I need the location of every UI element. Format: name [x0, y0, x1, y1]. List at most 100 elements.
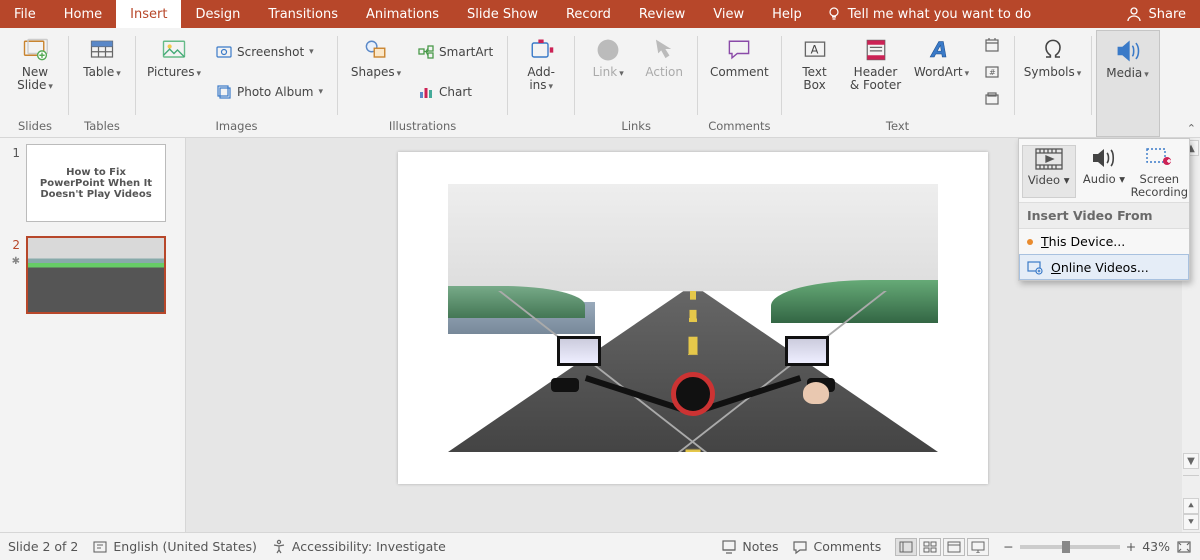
symbols-button[interactable]: Symbols — [1025, 32, 1081, 80]
ribbon-tabstrip: File Home Insert Design Transitions Anim… — [0, 0, 1200, 28]
textbox-label: Text Box — [792, 66, 838, 92]
collapse-ribbon-button[interactable]: ⌃ — [1187, 122, 1196, 135]
media-audio-button[interactable]: Audio ▾ — [1077, 145, 1131, 198]
view-slideshow-button[interactable] — [967, 538, 989, 556]
chart-label: Chart — [439, 85, 472, 99]
comment-label: Comment — [710, 66, 769, 79]
view-normal-icon — [899, 541, 913, 553]
thumbnail-slide-1[interactable]: 1 How to Fix PowerPoint When It Doesn't … — [6, 144, 179, 222]
shapes-button[interactable]: Shapes — [348, 32, 404, 80]
object-button[interactable] — [980, 89, 1004, 109]
symbols-label: Symbols — [1024, 65, 1075, 79]
header-footer-icon — [862, 36, 890, 64]
share-button[interactable]: Share — [1112, 0, 1200, 28]
media-screen-recording-label: Screen Recording — [1131, 173, 1189, 198]
tab-help[interactable]: Help — [758, 0, 816, 28]
link-button: Link — [585, 32, 631, 80]
view-sorter-icon — [923, 541, 937, 553]
lightbulb-icon — [826, 6, 842, 22]
group-symbols: Symbols — [1019, 30, 1087, 137]
screenshot-label: Screenshot — [237, 45, 304, 59]
link-label: Link — [593, 65, 618, 79]
share-label: Share — [1148, 7, 1186, 22]
screenshot-button[interactable]: Screenshot — [212, 42, 327, 62]
tab-transitions[interactable]: Transitions — [254, 0, 352, 28]
tab-view[interactable]: View — [699, 0, 758, 28]
tab-slideshow[interactable]: Slide Show — [453, 0, 552, 28]
thumbnail-2-image — [26, 236, 166, 314]
textbox-button[interactable]: A Text Box — [792, 32, 838, 92]
slide-editor[interactable]: Video ▾ Audio ▾ Screen Recording Insert … — [186, 138, 1200, 532]
group-label-slides: Slides — [18, 117, 52, 135]
media-screen-recording-button[interactable]: Screen Recording — [1132, 145, 1186, 198]
slide-counter: Slide 2 of 2 — [8, 539, 78, 554]
tab-design[interactable]: Design — [181, 0, 254, 28]
smartart-button[interactable]: SmartArt — [414, 42, 497, 62]
scroll-down-button[interactable]: ▼ — [1183, 453, 1199, 469]
group-tables: Table Tables — [73, 30, 131, 137]
media-button[interactable]: Media — [1105, 33, 1151, 81]
insert-video-online-videos[interactable]: Online Videos... — [1019, 254, 1189, 280]
thumbnail-slide-2[interactable]: 2✱ — [6, 236, 179, 314]
media-speaker-icon — [1114, 37, 1142, 65]
chart-button[interactable]: Chart — [414, 82, 497, 102]
new-slide-button[interactable]: New Slide — [12, 32, 58, 93]
pictures-label: Pictures — [147, 65, 195, 79]
zoom-in-button[interactable]: + — [1126, 539, 1136, 554]
view-switcher — [895, 538, 989, 556]
notes-label: Notes — [742, 539, 778, 554]
notes-button[interactable]: Notes — [721, 539, 778, 555]
tell-me-label: Tell me what you want to do — [848, 7, 1031, 22]
new-slide-label: New Slide — [17, 65, 48, 92]
status-comments-button[interactable]: Comments — [792, 539, 881, 555]
person-icon — [1126, 6, 1142, 22]
group-text: A Text Box Header & Footer A WordArt # — [786, 30, 1010, 137]
smartart-icon — [418, 44, 434, 60]
view-sorter-button[interactable] — [919, 538, 941, 556]
view-reading-button[interactable] — [943, 538, 965, 556]
insert-video-this-device[interactable]: This Device... — [1019, 229, 1189, 254]
zoom-percent[interactable]: 43% — [1142, 539, 1170, 554]
bullet-icon — [1027, 239, 1033, 245]
media-video-button[interactable]: Video ▾ — [1022, 145, 1076, 198]
tab-insert[interactable]: Insert — [116, 0, 181, 28]
zoom-slider[interactable] — [1020, 545, 1120, 549]
tab-review[interactable]: Review — [625, 0, 699, 28]
wordart-button[interactable]: A WordArt — [914, 32, 970, 80]
link-icon — [594, 36, 622, 64]
slide-number-icon: # — [984, 64, 1000, 80]
tab-record[interactable]: Record — [552, 0, 625, 28]
comment-icon — [725, 36, 753, 64]
pictures-button[interactable]: Pictures — [146, 32, 202, 80]
photo-album-button[interactable]: Photo Album — [212, 82, 327, 102]
accessibility-button[interactable]: Accessibility: Investigate — [271, 539, 446, 555]
next-slide-button[interactable]: ⯆ — [1183, 514, 1199, 530]
comment-button[interactable]: Comment — [708, 32, 770, 79]
svg-text:#: # — [989, 68, 996, 77]
this-device-label: This Device... — [1041, 234, 1125, 249]
slide-number-button[interactable]: # — [980, 62, 1004, 82]
action-label: Action — [645, 66, 683, 79]
audio-speaker-icon — [1089, 145, 1119, 171]
table-button[interactable]: Table — [79, 32, 125, 80]
tab-animations[interactable]: Animations — [352, 0, 453, 28]
view-normal-button[interactable] — [895, 538, 917, 556]
prev-slide-button[interactable]: ⯅ — [1183, 498, 1199, 514]
view-slideshow-icon — [971, 541, 985, 553]
date-time-button[interactable] — [980, 35, 1004, 55]
header-footer-button[interactable]: Header & Footer — [848, 32, 904, 92]
tell-me-search[interactable]: Tell me what you want to do — [816, 0, 1041, 28]
media-audio-label: Audio — [1083, 172, 1116, 186]
current-slide[interactable] — [398, 152, 988, 484]
new-slide-icon — [21, 36, 49, 64]
tab-home[interactable]: Home — [50, 0, 116, 28]
accessibility-icon — [271, 539, 287, 555]
tab-file[interactable]: File — [0, 0, 50, 28]
addins-button[interactable]: Add-ins — [518, 32, 564, 93]
svg-text:A: A — [929, 38, 947, 62]
table-icon — [88, 36, 116, 64]
fit-to-window-button[interactable] — [1176, 539, 1192, 555]
zoom-out-button[interactable]: − — [1003, 539, 1013, 554]
status-bar: Slide 2 of 2 English (United States) Acc… — [0, 532, 1200, 560]
language-button[interactable]: English (United States) — [92, 539, 257, 555]
